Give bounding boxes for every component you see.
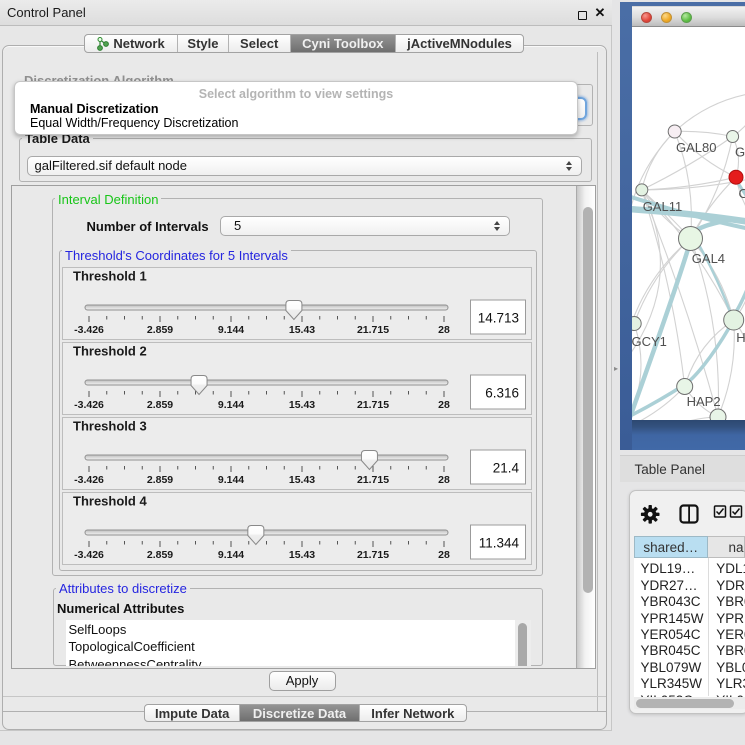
svg-text:6.316: 6.316 [485,386,519,401]
svg-text:2.859: 2.859 [147,324,173,336]
svg-text:28: 28 [438,399,450,411]
svg-text:GCY1: GCY1 [632,333,667,348]
svg-text:2.859: 2.859 [147,549,173,561]
svg-text:Threshold 2: Threshold 2 [73,344,147,359]
svg-text:Threshold 1: Threshold 1 [73,269,147,284]
svg-text:15.43: 15.43 [289,474,315,486]
svg-text:HAP2: HAP2 [687,394,721,409]
svg-text:14.713: 14.713 [478,311,519,326]
svg-text:21.715: 21.715 [357,324,389,336]
svg-text:9.144: 9.144 [218,324,244,336]
svg-text:21.715: 21.715 [357,549,389,561]
svg-text:28: 28 [438,474,450,486]
svg-text:28: 28 [438,324,450,336]
svg-text:-3.426: -3.426 [74,399,104,411]
svg-text:HI: HI [736,329,745,344]
svg-text:11.344: 11.344 [479,536,520,551]
svg-text:-3.426: -3.426 [74,324,104,336]
svg-text:9.144: 9.144 [218,549,244,561]
svg-text:-3.426: -3.426 [74,549,104,561]
svg-text:9.144: 9.144 [218,474,244,486]
svg-text:GAL80: GAL80 [676,140,716,155]
svg-text:2.859: 2.859 [147,399,173,411]
svg-text:21.715: 21.715 [357,474,389,486]
svg-text:GAL11: GAL11 [643,199,683,214]
svg-text:-3.426: -3.426 [74,474,104,486]
svg-text:9.144: 9.144 [218,399,244,411]
svg-text:Threshold 3: Threshold 3 [73,419,147,434]
svg-text:21.715: 21.715 [357,399,389,411]
svg-text:15.43: 15.43 [289,324,315,336]
svg-text:2.859: 2.859 [147,474,173,486]
svg-text:15.43: 15.43 [289,399,315,411]
svg-text:CR: CR [739,186,745,201]
svg-text:15.43: 15.43 [289,549,315,561]
svg-text:Threshold 4: Threshold 4 [73,494,147,509]
svg-text:GA: GA [735,144,745,159]
svg-text:21.4: 21.4 [493,461,520,476]
svg-text:28: 28 [438,549,450,561]
svg-text:GAL4: GAL4 [692,251,725,266]
